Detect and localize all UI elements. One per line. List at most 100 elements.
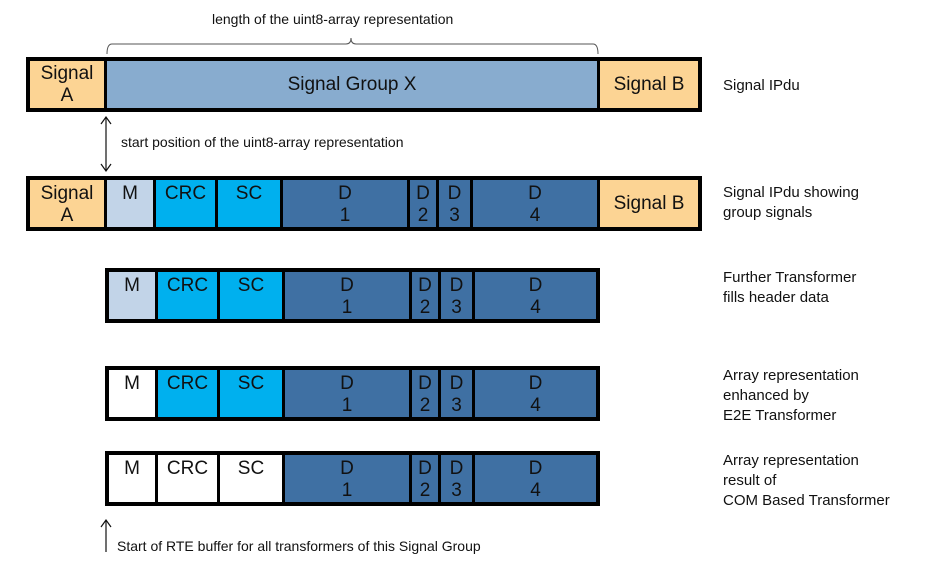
caption-row-3: Further Transformer fills header data (723, 268, 856, 308)
cell-label: D (338, 183, 352, 204)
cell-label: D (528, 275, 543, 296)
cell-sc: SC (220, 370, 282, 417)
cell-label: M (124, 275, 140, 296)
cell-label: 3 (451, 395, 462, 416)
cell-m: M (109, 272, 155, 319)
cell-label: A (60, 205, 74, 226)
cell-m: M (109, 370, 155, 417)
row-group-signals: Signal A M CRC SC D 1 D 2 D 3 D 4 Signal… (26, 176, 702, 231)
cell-crc: CRC (158, 455, 217, 502)
cell-d2: D 2 (412, 272, 438, 319)
caption-line: Signal IPdu (723, 77, 800, 94)
cell-label: A (60, 84, 74, 106)
row-signal-ipdu: Signal A Signal Group X Signal B (26, 57, 702, 112)
start-position-label: start position of the uint8-array repres… (121, 134, 404, 150)
cell-d3: D 3 (441, 272, 472, 319)
row-e2e-transformer: M CRC SC D 1 D 2 D 3 D 4 (105, 366, 600, 421)
caption-line: COM Based Transformer (723, 492, 890, 509)
cell-label: 3 (449, 205, 460, 226)
cell-label: SC (237, 458, 265, 479)
cell-m: M (107, 180, 153, 227)
cell-label: M (122, 183, 138, 204)
cell-label: D (449, 373, 464, 394)
cell-d1: D 1 (283, 180, 407, 227)
caption-row-5: Array representation result of COM Based… (723, 451, 890, 511)
cell-signal-a: Signal A (30, 180, 104, 227)
caption-row-1: Signal IPdu (723, 76, 800, 96)
cell-d4: D 4 (475, 370, 596, 417)
cell-label: Signal Group X (287, 73, 417, 95)
cell-label: 4 (530, 395, 541, 416)
start-position-double-arrow (100, 115, 112, 173)
cell-crc: CRC (158, 370, 217, 417)
cell-signal-group-x: Signal Group X (107, 61, 597, 108)
cell-d1: D 1 (285, 455, 409, 502)
cell-m: M (109, 455, 155, 502)
row-com-based-transformer: M CRC SC D 1 D 2 D 3 D 4 (105, 451, 600, 506)
cell-label: D (416, 183, 430, 204)
cell-d4: D 4 (475, 272, 596, 319)
caption-line: Signal IPdu showing (723, 184, 859, 201)
caption-line: Array representation (723, 367, 859, 384)
cell-d4: D 4 (475, 455, 596, 502)
length-label: length of the uint8-array representation (212, 11, 454, 27)
cell-label: D (528, 458, 543, 479)
cell-sc: SC (220, 272, 282, 319)
cell-label: SC (235, 183, 263, 204)
cell-label: D (528, 373, 543, 394)
caption-row-2: Signal IPdu showing group signals (723, 183, 859, 223)
cell-d1: D 1 (285, 272, 409, 319)
caption-line: E2E Transformer (723, 407, 837, 424)
cell-d4: D 4 (473, 180, 597, 227)
cell-d2: D 2 (412, 455, 438, 502)
cell-d1: D 1 (285, 370, 409, 417)
cell-signal-b: Signal B (600, 180, 698, 227)
cell-sc: SC (220, 455, 282, 502)
cell-label: CRC (166, 373, 209, 394)
cell-label: CRC (166, 458, 209, 479)
cell-label: Signal (40, 183, 94, 204)
cell-label: D (340, 373, 354, 394)
cell-signal-b: Signal B (600, 61, 698, 108)
cell-label: 2 (419, 480, 431, 501)
cell-d2: D 2 (410, 180, 436, 227)
caption-line: Array representation (723, 452, 859, 469)
cell-label: 4 (530, 297, 541, 318)
cell-label: 4 (530, 480, 541, 501)
cell-label: D (449, 458, 464, 479)
cell-label: M (124, 458, 140, 479)
cell-label: CRC (166, 275, 209, 296)
caption-row-4: Array representation enhanced by E2E Tra… (723, 366, 859, 426)
cell-label: 2 (419, 395, 431, 416)
cell-sc: SC (218, 180, 280, 227)
cell-label: 1 (341, 480, 353, 501)
cell-label: 3 (451, 297, 462, 318)
cell-crc: CRC (158, 272, 217, 319)
cell-label: D (449, 275, 464, 296)
cell-label: D (418, 458, 432, 479)
cell-label: CRC (164, 183, 207, 204)
cell-label: D (340, 458, 354, 479)
cell-crc: CRC (156, 180, 215, 227)
cell-label: 1 (341, 395, 353, 416)
cell-label: D (340, 275, 354, 296)
rte-buffer-arrow (100, 518, 112, 552)
cell-label: D (418, 373, 432, 394)
cell-d3: D 3 (439, 180, 470, 227)
cell-label: 2 (417, 205, 429, 226)
cell-label: M (124, 373, 140, 394)
rte-buffer-label: Start of RTE buffer for all transformers… (117, 538, 481, 554)
caption-line: enhanced by (723, 387, 809, 404)
caption-line: group signals (723, 204, 813, 221)
cell-label: D (528, 183, 542, 204)
length-brace (106, 37, 599, 55)
row-further-transformer: M CRC SC D 1 D 2 D 3 D 4 (105, 268, 600, 323)
cell-label: Signal B (613, 73, 685, 95)
caption-line: Further Transformer (723, 269, 857, 286)
cell-label: Signal (40, 62, 94, 84)
caption-line: result of (723, 472, 777, 489)
cell-label: 1 (339, 205, 351, 226)
cell-label: SC (237, 275, 265, 296)
cell-label: D (418, 275, 432, 296)
cell-d3: D 3 (441, 455, 472, 502)
